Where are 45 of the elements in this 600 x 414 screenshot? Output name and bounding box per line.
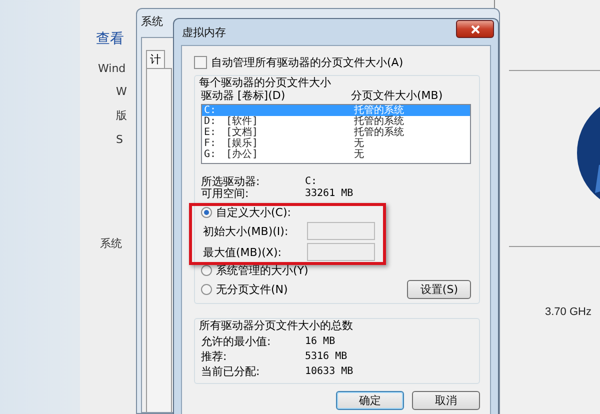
radio-button[interactable] xyxy=(201,207,212,218)
column-header: 分页文件大小(MB) xyxy=(351,89,444,102)
info-text: S xyxy=(116,133,123,146)
info-text: 版 xyxy=(116,108,127,123)
processor-speed: 3.70 GHz xyxy=(545,306,592,318)
total-value: 16 MB xyxy=(305,335,336,349)
window-title: 系统 xyxy=(141,14,163,29)
drive-row[interactable]: D: [软件] 托管的系统 xyxy=(202,116,470,127)
checkbox-label: 自动管理所有驱动器的分页文件大小(A) xyxy=(211,56,404,69)
drive-row[interactable]: F: [娱乐] 无 xyxy=(202,138,470,149)
section-heading: 系统 xyxy=(100,236,122,251)
total-label: 推荐: xyxy=(201,349,228,364)
radio-button[interactable] xyxy=(201,265,212,276)
dialog-title: 虚拟内存 xyxy=(182,26,226,38)
drive-row[interactable]: E: [文档] 托管的系统 xyxy=(202,127,470,138)
info-value: C: xyxy=(305,176,318,188)
input-field[interactable] xyxy=(307,243,375,261)
drive-row[interactable]: G: [办公] 无 xyxy=(202,149,470,160)
info-label: 可用空间: xyxy=(201,188,250,200)
tab[interactable]: 计 xyxy=(146,50,165,68)
close-button[interactable] xyxy=(456,20,494,38)
total-label: 允许的最小值: xyxy=(201,334,272,349)
radio-label: 系统管理的大小(Y) xyxy=(216,264,308,277)
info-text: Wind xyxy=(98,62,126,75)
total-value: 10633 MB xyxy=(305,365,354,379)
info-label: 所选驱动器: xyxy=(201,176,261,188)
field-label: 最大值(MB)(X): xyxy=(203,246,282,258)
radio-label: 自定义大小(C): xyxy=(216,206,291,219)
total-label: 当前已分配: xyxy=(201,364,261,379)
close-icon xyxy=(470,24,480,34)
radio-label: 无分页文件(N) xyxy=(216,283,288,296)
group-title: 每个驱动器的分页文件大小 xyxy=(197,76,333,89)
total-value: 5316 MB xyxy=(305,350,348,364)
field-label: 初始大小(MB)(I): xyxy=(203,224,290,238)
settings-button[interactable]: 设置(S) xyxy=(407,280,471,299)
info-text: W xyxy=(116,85,127,98)
cancel-button[interactable]: 取消 xyxy=(412,391,480,410)
radio-button[interactable] xyxy=(201,284,212,295)
group-title: 所有驱动器分页文件大小的总数 xyxy=(197,319,355,332)
ok-button[interactable]: 确定 xyxy=(336,391,404,410)
column-header: 驱动器 [卷标](D) xyxy=(201,89,286,102)
input-field[interactable] xyxy=(307,222,375,240)
page-heading: 查看 xyxy=(96,30,124,48)
info-value: 33261 MB xyxy=(305,188,354,200)
checkbox[interactable] xyxy=(194,56,207,69)
